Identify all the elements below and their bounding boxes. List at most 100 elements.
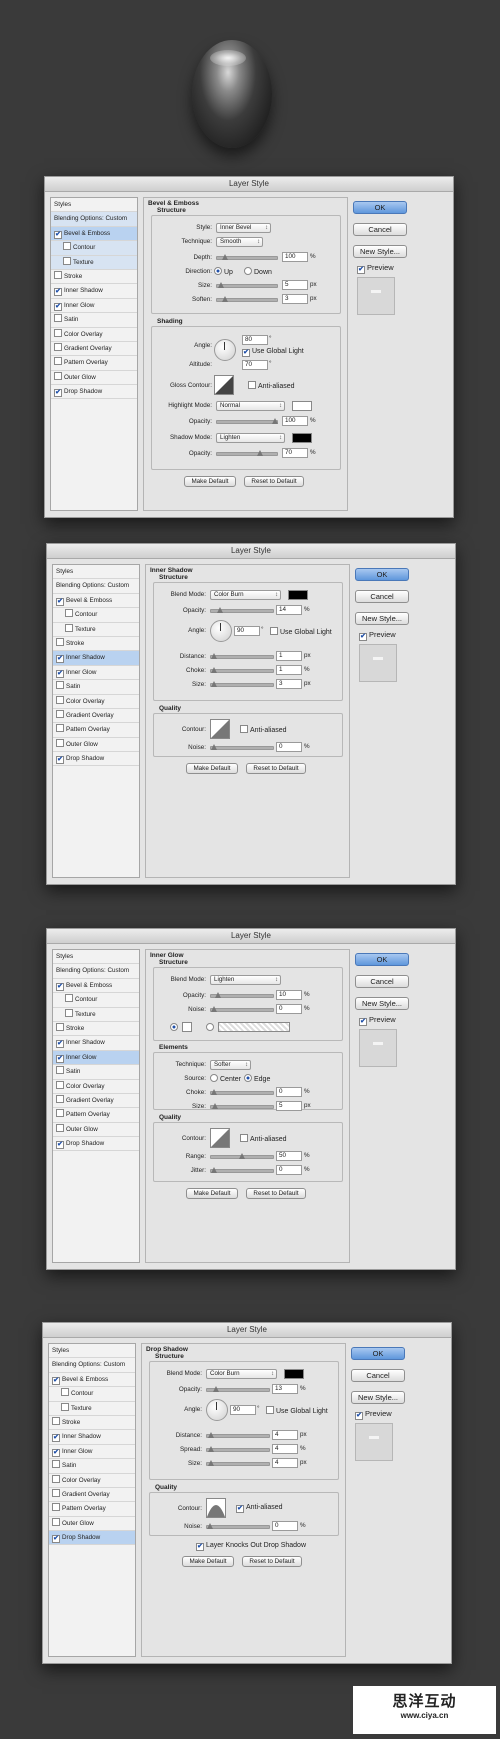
soften-slider[interactable] xyxy=(216,296,278,302)
contour-icon[interactable] xyxy=(210,719,230,739)
contour-icon[interactable] xyxy=(210,1128,230,1148)
sidebar-item-color-overlay[interactable]: Color Overlay xyxy=(51,328,137,342)
make-default-button[interactable]: Make Default xyxy=(182,1556,234,1567)
cancel-button[interactable]: Cancel xyxy=(353,223,407,236)
sidebar-item-drop-shadow[interactable]: ✔ Drop Shadow xyxy=(53,1137,139,1152)
spread-slider[interactable] xyxy=(206,1446,270,1452)
sidebar-item-inner-shadow[interactable]: ✔ Inner Shadow xyxy=(53,1036,139,1051)
sidebar-item-bevel[interactable]: ✔ Bevel & Emboss xyxy=(53,594,139,609)
angle-field[interactable]: 90 xyxy=(234,626,260,636)
cancel-button[interactable]: Cancel xyxy=(355,590,409,603)
choke-field[interactable]: 1 xyxy=(276,665,302,675)
gradient-radio[interactable] xyxy=(206,1023,216,1032)
sidebar-item-blending[interactable]: Blending Options: Custom xyxy=(53,964,139,979)
sidebar-item-contour[interactable]: Contour xyxy=(49,1387,135,1402)
technique-select[interactable]: Softer xyxy=(210,1060,251,1070)
noise-slider[interactable] xyxy=(210,1006,274,1012)
ok-button[interactable]: OK xyxy=(355,568,409,581)
sidebar-item-contour[interactable]: Contour xyxy=(51,241,137,256)
sidebar-item-pattern-overlay[interactable]: Pattern Overlay xyxy=(53,1108,139,1123)
size-slider[interactable] xyxy=(210,1103,274,1109)
sidebar-item-styles[interactable]: Styles xyxy=(53,950,139,965)
distance-slider[interactable] xyxy=(206,1432,270,1438)
cancel-button[interactable]: Cancel xyxy=(351,1369,405,1382)
make-default-button[interactable]: Make Default xyxy=(184,476,236,487)
sidebar-item-inner-glow[interactable]: ✔ Inner Glow xyxy=(53,1050,139,1066)
angle-dial[interactable] xyxy=(210,620,232,642)
depth-slider[interactable] xyxy=(216,254,278,260)
sidebar-item-satin[interactable]: Satin xyxy=(53,1065,139,1080)
highlight-color-swatch[interactable] xyxy=(292,401,312,411)
noise-slider[interactable] xyxy=(210,744,274,750)
opacity-slider[interactable] xyxy=(210,992,274,998)
reset-default-button[interactable]: Reset to Default xyxy=(244,476,304,487)
opacity-field[interactable]: 14 xyxy=(276,605,302,615)
global-light-checkbox[interactable]: Use Global Light xyxy=(270,627,332,636)
anti-aliased-checkbox[interactable]: ✔ Anti-aliased xyxy=(236,1504,283,1513)
glow-color-swatch[interactable] xyxy=(182,1022,192,1032)
shadow-color-swatch[interactable] xyxy=(284,1369,304,1379)
sidebar-item-color-overlay[interactable]: Color Overlay xyxy=(53,1080,139,1094)
angle-field[interactable]: 90 xyxy=(230,1405,256,1415)
sidebar-item-styles[interactable]: Styles xyxy=(49,1344,135,1359)
noise-field[interactable]: 0 xyxy=(276,742,302,752)
shadow-mode-select[interactable]: Lighten xyxy=(216,433,285,443)
sidebar-item-drop-shadow[interactable]: ✔ Drop Shadow xyxy=(49,1531,135,1546)
range-field[interactable]: 50 xyxy=(276,1151,302,1161)
size-field[interactable]: 4 xyxy=(272,1458,298,1468)
sidebar-item-inner-shadow[interactable]: ✔ Inner Shadow xyxy=(53,651,139,666)
preview-checkbox[interactable]: ✔ Preview xyxy=(359,1015,396,1026)
sidebar-item-texture[interactable]: Texture xyxy=(51,255,137,270)
ok-button[interactable]: OK xyxy=(351,1347,405,1360)
choke-slider[interactable] xyxy=(210,1089,274,1095)
sidebar-item-pattern-overlay[interactable]: Pattern Overlay xyxy=(49,1502,135,1517)
reset-default-button[interactable]: Reset to Default xyxy=(246,1188,306,1199)
sidebar-item-gradient-overlay[interactable]: Gradient Overlay xyxy=(49,1488,135,1503)
sidebar-item-color-overlay[interactable]: Color Overlay xyxy=(53,695,139,709)
sidebar-item-inner-glow[interactable]: ✔ Inner Glow xyxy=(49,1445,135,1460)
shadow-opacity-field[interactable]: 70 xyxy=(282,448,308,458)
global-light-checkbox[interactable]: Use Global Light xyxy=(266,1406,328,1415)
anti-aliased-checkbox[interactable]: Anti-aliased xyxy=(240,1134,287,1143)
ok-button[interactable]: OK xyxy=(355,953,409,966)
gradient-swatch[interactable] xyxy=(218,1022,290,1032)
sidebar-item-styles[interactable]: Styles xyxy=(51,198,137,213)
knockout-checkbox[interactable]: ✔ Layer Knocks Out Drop Shadow xyxy=(196,1542,306,1551)
sidebar-item-pattern-overlay[interactable]: Pattern Overlay xyxy=(51,356,137,371)
new-style-button[interactable]: New Style... xyxy=(353,245,407,258)
sidebar-item-texture[interactable]: Texture xyxy=(53,623,139,637)
new-style-button[interactable]: New Style... xyxy=(351,1391,405,1404)
size-slider[interactable] xyxy=(210,681,274,687)
make-default-button[interactable]: Make Default xyxy=(186,763,238,774)
sidebar-item-contour[interactable]: Contour xyxy=(53,993,139,1008)
opacity-slider[interactable] xyxy=(206,1386,270,1392)
sidebar-item-contour[interactable]: Contour xyxy=(53,608,139,623)
sidebar-item-satin[interactable]: Satin xyxy=(51,313,137,328)
noise-slider[interactable] xyxy=(206,1523,270,1529)
choke-field[interactable]: 0 xyxy=(276,1087,302,1097)
angle-dial[interactable] xyxy=(214,339,236,361)
distance-slider[interactable] xyxy=(210,653,274,659)
sidebar-item-drop-shadow[interactable]: ✔ Drop Shadow xyxy=(53,752,139,767)
noise-field[interactable]: 0 xyxy=(272,1521,298,1531)
sidebar-item-styles[interactable]: Styles xyxy=(53,565,139,580)
cancel-button[interactable]: Cancel xyxy=(355,975,409,988)
distance-field[interactable]: 1 xyxy=(276,651,302,661)
sidebar-item-gradient-overlay[interactable]: Gradient Overlay xyxy=(51,342,137,357)
opacity-field[interactable]: 13 xyxy=(272,1384,298,1394)
style-select[interactable]: Inner Bevel xyxy=(216,223,271,233)
global-light-checkbox[interactable]: ✔ Use Global Light xyxy=(242,348,304,357)
blend-mode-select[interactable]: Color Burn xyxy=(210,590,281,600)
size-slider[interactable] xyxy=(216,282,278,288)
spread-field[interactable]: 4 xyxy=(272,1444,298,1454)
gloss-contour-icon[interactable] xyxy=(214,375,234,395)
reset-default-button[interactable]: Reset to Default xyxy=(246,763,306,774)
sidebar-item-blending[interactable]: Blending Options: Custom xyxy=(49,1358,135,1373)
source-center-radio[interactable]: Center xyxy=(210,1074,241,1083)
direction-down[interactable]: Down xyxy=(244,267,272,276)
blend-mode-select[interactable]: Lighten xyxy=(210,975,281,985)
sidebar-item-stroke[interactable]: Stroke xyxy=(49,1416,135,1431)
sidebar-item-inner-glow[interactable]: ✔ Inner Glow xyxy=(53,666,139,681)
range-slider[interactable] xyxy=(210,1153,274,1159)
ok-button[interactable]: OK xyxy=(353,201,407,214)
